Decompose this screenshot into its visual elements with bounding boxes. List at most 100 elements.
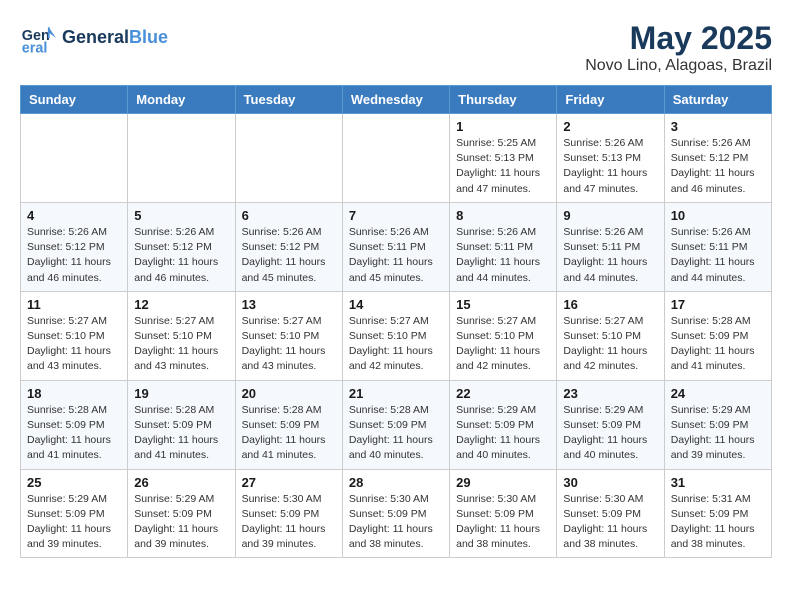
calendar-week-row: 4 Sunrise: 5:26 AM Sunset: 5:12 PM Daylig… [21,202,772,291]
day-info: Sunrise: 5:26 AM Sunset: 5:12 PM Dayligh… [27,225,121,286]
calendar-cell: 4 Sunrise: 5:26 AM Sunset: 5:12 PM Daylig… [21,202,128,291]
day-info: Sunrise: 5:28 AM Sunset: 5:09 PM Dayligh… [242,403,336,464]
day-info: Sunrise: 5:29 AM Sunset: 5:09 PM Dayligh… [563,403,657,464]
calendar-cell: 24 Sunrise: 5:29 AM Sunset: 5:09 PM Dayli… [664,380,771,469]
calendar-cell: 20 Sunrise: 5:28 AM Sunset: 5:09 PM Dayli… [235,380,342,469]
day-info: Sunrise: 5:26 AM Sunset: 5:11 PM Dayligh… [456,225,550,286]
weekday-header-wednesday: Wednesday [342,86,449,114]
calendar-cell: 25Sunrise: 5:29 AM Sunset: 5:09 PM Dayli… [21,469,128,558]
day-number: 8 [456,208,550,223]
day-number: 30 [563,475,657,490]
calendar-cell: 7 Sunrise: 5:26 AM Sunset: 5:11 PM Daylig… [342,202,449,291]
day-number: 16 [563,297,657,312]
day-number: 25 [27,475,121,490]
location-subtitle: Novo Lino, Alagoas, Brazil [585,57,772,75]
day-number: 31 [671,475,765,490]
weekday-header-monday: Monday [128,86,235,114]
calendar-cell: 3 Sunrise: 5:26 AM Sunset: 5:12 PM Daylig… [664,114,771,203]
day-info: Sunrise: 5:27 AM Sunset: 5:10 PM Dayligh… [349,314,443,375]
day-number: 22 [456,386,550,401]
day-number: 2 [563,119,657,134]
day-info: Sunrise: 5:30 AM Sunset: 5:09 PM Dayligh… [242,492,336,553]
calendar-cell: 2 Sunrise: 5:26 AM Sunset: 5:13 PM Daylig… [557,114,664,203]
calendar-cell: 31 Sunrise: 5:31 AM Sunset: 5:09 PM Dayli… [664,469,771,558]
day-info: Sunrise: 5:26 AM Sunset: 5:11 PM Dayligh… [563,225,657,286]
calendar-cell [342,114,449,203]
title-block: May 2025 Novo Lino, Alagoas, Brazil [585,20,772,75]
day-info: Sunrise: 5:26 AM Sunset: 5:12 PM Dayligh… [134,225,228,286]
calendar-cell: 1Sunrise: 5:25 AM Sunset: 5:13 PM Daylig… [450,114,557,203]
weekday-header-saturday: Saturday [664,86,771,114]
day-number: 27 [242,475,336,490]
calendar-cell [21,114,128,203]
day-number: 12 [134,297,228,312]
day-number: 24 [671,386,765,401]
calendar-cell: 13Sunrise: 5:27 AM Sunset: 5:10 PM Dayli… [235,291,342,380]
day-info: Sunrise: 5:30 AM Sunset: 5:09 PM Dayligh… [349,492,443,553]
day-info: Sunrise: 5:27 AM Sunset: 5:10 PM Dayligh… [27,314,121,375]
day-number: 3 [671,119,765,134]
day-number: 9 [563,208,657,223]
day-info: Sunrise: 5:31 AM Sunset: 5:09 PM Dayligh… [671,492,765,553]
day-number: 23 [563,386,657,401]
day-number: 10 [671,208,765,223]
day-number: 1 [456,119,550,134]
logo-icon: Gen eral [20,20,56,56]
calendar-week-row: 18 Sunrise: 5:28 AM Sunset: 5:09 PM Dayli… [21,380,772,469]
day-number: 21 [349,386,443,401]
calendar-week-row: 11Sunrise: 5:27 AM Sunset: 5:10 PM Dayli… [21,291,772,380]
day-number: 18 [27,386,121,401]
day-info: Sunrise: 5:29 AM Sunset: 5:09 PM Dayligh… [671,403,765,464]
day-number: 28 [349,475,443,490]
calendar-table: SundayMondayTuesdayWednesdayThursdayFrid… [20,85,772,558]
day-info: Sunrise: 5:29 AM Sunset: 5:09 PM Dayligh… [456,403,550,464]
day-number: 7 [349,208,443,223]
day-info: Sunrise: 5:28 AM Sunset: 5:09 PM Dayligh… [671,314,765,375]
day-info: Sunrise: 5:26 AM Sunset: 5:11 PM Dayligh… [671,225,765,286]
calendar-cell: 29Sunrise: 5:30 AM Sunset: 5:09 PM Dayli… [450,469,557,558]
day-info: Sunrise: 5:27 AM Sunset: 5:10 PM Dayligh… [456,314,550,375]
day-number: 5 [134,208,228,223]
day-number: 15 [456,297,550,312]
calendar-cell: 6 Sunrise: 5:26 AM Sunset: 5:12 PM Daylig… [235,202,342,291]
day-number: 29 [456,475,550,490]
day-info: Sunrise: 5:28 AM Sunset: 5:09 PM Dayligh… [349,403,443,464]
calendar-cell [235,114,342,203]
weekday-header-sunday: Sunday [21,86,128,114]
day-info: Sunrise: 5:28 AM Sunset: 5:09 PM Dayligh… [134,403,228,464]
day-number: 6 [242,208,336,223]
calendar-cell: 16Sunrise: 5:27 AM Sunset: 5:10 PM Dayli… [557,291,664,380]
day-info: Sunrise: 5:26 AM Sunset: 5:13 PM Dayligh… [563,136,657,197]
logo: Gen eral GeneralBlue [20,20,168,56]
day-number: 20 [242,386,336,401]
calendar-cell: 9 Sunrise: 5:26 AM Sunset: 5:11 PM Daylig… [557,202,664,291]
weekday-header-thursday: Thursday [450,86,557,114]
svg-text:eral: eral [22,40,48,56]
calendar-cell: 28 Sunrise: 5:30 AM Sunset: 5:09 PM Dayli… [342,469,449,558]
day-number: 14 [349,297,443,312]
calendar-cell: 10 Sunrise: 5:26 AM Sunset: 5:11 PM Dayli… [664,202,771,291]
calendar-cell [128,114,235,203]
calendar-cell: 12 Sunrise: 5:27 AM Sunset: 5:10 PM Dayli… [128,291,235,380]
day-info: Sunrise: 5:26 AM Sunset: 5:12 PM Dayligh… [671,136,765,197]
day-info: Sunrise: 5:28 AM Sunset: 5:09 PM Dayligh… [27,403,121,464]
day-info: Sunrise: 5:26 AM Sunset: 5:11 PM Dayligh… [349,225,443,286]
calendar-week-row: 25Sunrise: 5:29 AM Sunset: 5:09 PM Dayli… [21,469,772,558]
calendar-cell: 22 Sunrise: 5:29 AM Sunset: 5:09 PM Dayli… [450,380,557,469]
day-info: Sunrise: 5:30 AM Sunset: 5:09 PM Dayligh… [563,492,657,553]
day-info: Sunrise: 5:27 AM Sunset: 5:10 PM Dayligh… [134,314,228,375]
day-number: 4 [27,208,121,223]
calendar-cell: 21 Sunrise: 5:28 AM Sunset: 5:09 PM Dayli… [342,380,449,469]
day-number: 17 [671,297,765,312]
calendar-cell: 19 Sunrise: 5:28 AM Sunset: 5:09 PM Dayli… [128,380,235,469]
calendar-cell: 17 Sunrise: 5:28 AM Sunset: 5:09 PM Dayli… [664,291,771,380]
calendar-cell: 15 Sunrise: 5:27 AM Sunset: 5:10 PM Dayli… [450,291,557,380]
weekday-header-tuesday: Tuesday [235,86,342,114]
day-info: Sunrise: 5:26 AM Sunset: 5:12 PM Dayligh… [242,225,336,286]
day-number: 19 [134,386,228,401]
day-number: 26 [134,475,228,490]
page-header: Gen eral GeneralBlue May 2025 Novo Lino,… [20,20,772,75]
weekday-header-row: SundayMondayTuesdayWednesdayThursdayFrid… [21,86,772,114]
month-title: May 2025 [585,20,772,57]
logo-text-line1: GeneralBlue [62,28,168,48]
